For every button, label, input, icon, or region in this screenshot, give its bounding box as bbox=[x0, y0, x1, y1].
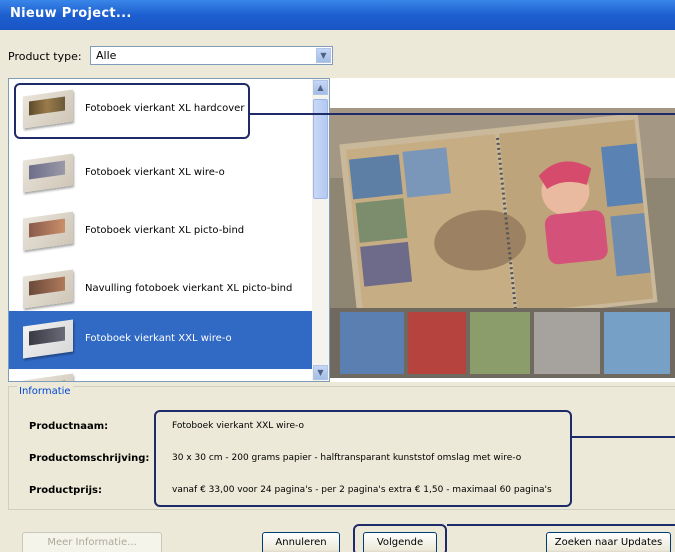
arrow-up-icon[interactable]: ▲ bbox=[313, 80, 328, 95]
info-legend: Informatie bbox=[17, 386, 73, 397]
callout-box-info bbox=[154, 410, 572, 507]
more-info-button[interactable]: Meer Informatie... bbox=[22, 532, 162, 552]
preview-photo bbox=[330, 108, 675, 378]
list-scrollbar[interactable]: ▲ ▼ bbox=[312, 79, 329, 381]
list-item-label: Fotoboek vierkant XL wire-o bbox=[85, 167, 225, 178]
list-item-label: Fotoboek vierkant XXL wire-o bbox=[85, 333, 232, 344]
arrow-down-icon[interactable]: ▼ bbox=[313, 365, 328, 380]
product-thumbnail bbox=[23, 319, 73, 359]
callout-line-product bbox=[250, 113, 675, 115]
callout-box-next bbox=[353, 524, 447, 552]
product-description-label: Productomschrijving: bbox=[29, 453, 150, 464]
list-item-selected[interactable]: Fotoboek vierkant XXL wire-o bbox=[9, 311, 313, 369]
callout-box-product bbox=[14, 83, 250, 139]
list-item-label: Navulling fotoboek vierkant XL picto-bin… bbox=[85, 283, 293, 294]
list-item[interactable] bbox=[9, 369, 313, 381]
new-project-dialog: Nieuw Project... Product type: Alle ▼ Fo… bbox=[0, 0, 675, 552]
product-thumbnail bbox=[23, 269, 73, 309]
callout-line-next bbox=[447, 524, 675, 526]
product-thumbnail bbox=[23, 211, 73, 251]
list-item[interactable]: Fotoboek vierkant XL picto-bind bbox=[9, 203, 313, 261]
list-item-label: Fotoboek vierkant XL picto-bind bbox=[85, 225, 245, 236]
product-preview bbox=[330, 78, 675, 382]
product-type-label: Product type: bbox=[8, 50, 82, 63]
product-type-value: Alle bbox=[96, 49, 117, 62]
title-bar[interactable]: Nieuw Project... bbox=[0, 0, 675, 30]
product-thumbnail bbox=[23, 153, 73, 193]
window-title: Nieuw Project... bbox=[10, 6, 132, 21]
product-thumbnail bbox=[23, 373, 73, 381]
product-price-label: Productprijs: bbox=[29, 485, 103, 496]
product-type-select[interactable]: Alle ▼ bbox=[90, 46, 333, 65]
cancel-button[interactable]: Annuleren bbox=[262, 532, 340, 552]
callout-line-info bbox=[572, 436, 675, 438]
chevron-down-icon[interactable]: ▼ bbox=[316, 48, 331, 63]
check-updates-button[interactable]: Zoeken naar Updates bbox=[546, 532, 671, 552]
list-item[interactable]: Fotoboek vierkant XL wire-o bbox=[9, 145, 313, 203]
product-name-label: Productnaam: bbox=[29, 421, 109, 432]
preview-image-icon bbox=[330, 108, 675, 378]
